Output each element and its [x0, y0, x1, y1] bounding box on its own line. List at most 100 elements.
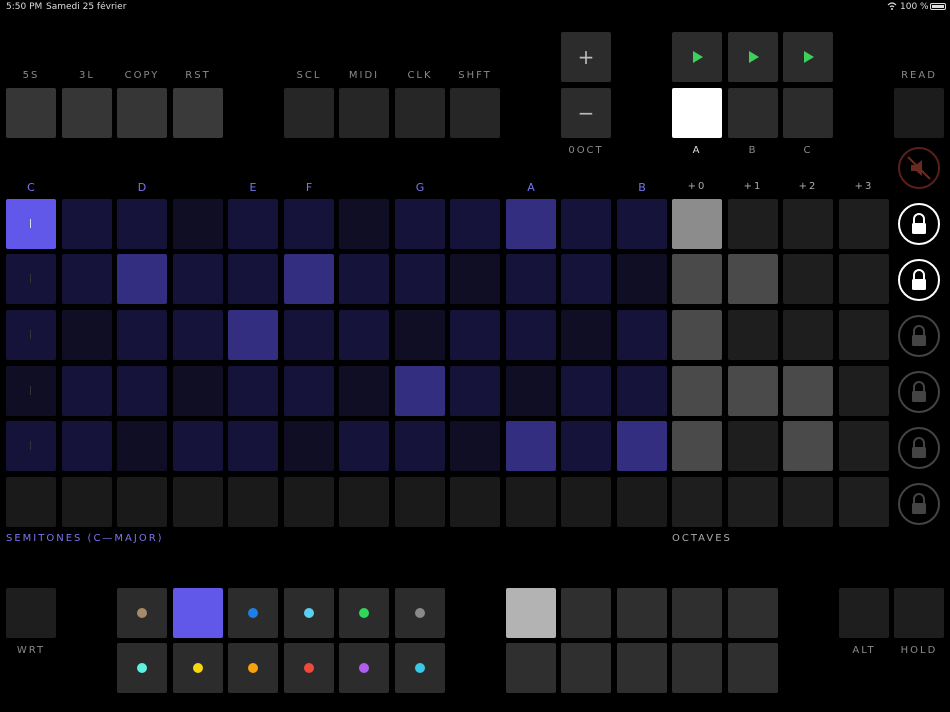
- semitone-cell[interactable]: [173, 477, 223, 527]
- semitone-cell[interactable]: [339, 310, 389, 360]
- semitone-cell[interactable]: [62, 421, 112, 471]
- pattern-slot-button[interactable]: [672, 588, 722, 638]
- semitone-cell[interactable]: [561, 477, 611, 527]
- semitone-cell[interactable]: [117, 421, 167, 471]
- octave-cell[interactable]: [728, 199, 778, 249]
- semitone-cell[interactable]: [228, 366, 278, 416]
- hold-button[interactable]: [894, 588, 944, 638]
- semitone-cell[interactable]: [173, 310, 223, 360]
- color-swatch-selected[interactable]: [173, 588, 223, 638]
- octave-cell[interactable]: [839, 199, 889, 249]
- read-button[interactable]: [894, 88, 944, 138]
- write-button[interactable]: [6, 588, 56, 638]
- semitone-cell[interactable]: [228, 477, 278, 527]
- color-swatch[interactable]: [284, 643, 334, 693]
- semitone-cell[interactable]: [617, 366, 667, 416]
- pattern-slot-button[interactable]: [561, 588, 611, 638]
- octave-cell[interactable]: [783, 254, 833, 304]
- semitone-cell[interactable]: [506, 199, 556, 249]
- octave-cell[interactable]: [783, 199, 833, 249]
- top-button-scl[interactable]: [284, 88, 334, 138]
- semitone-cell[interactable]: [506, 477, 556, 527]
- lock-row-button[interactable]: [898, 315, 940, 357]
- top-button-5s[interactable]: [6, 88, 56, 138]
- pattern-slot-button[interactable]: [506, 588, 556, 638]
- mute-button[interactable]: [898, 147, 940, 189]
- semitone-cell[interactable]: [506, 310, 556, 360]
- top-button-shft[interactable]: [450, 88, 500, 138]
- semitone-cell[interactable]: [228, 421, 278, 471]
- octave-cell[interactable]: [672, 199, 722, 249]
- octave-cell[interactable]: [839, 421, 889, 471]
- color-swatch[interactable]: [228, 643, 278, 693]
- play-track-a-button[interactable]: [672, 32, 722, 82]
- semitone-cell[interactable]: [617, 477, 667, 527]
- color-swatch[interactable]: [228, 588, 278, 638]
- semitone-cell[interactable]: [173, 254, 223, 304]
- top-button-clk[interactable]: [395, 88, 445, 138]
- track-c-button[interactable]: [783, 88, 833, 138]
- semitone-cell[interactable]: [173, 366, 223, 416]
- octave-cell[interactable]: [672, 254, 722, 304]
- semitone-cell[interactable]: [506, 421, 556, 471]
- octave-cell[interactable]: [839, 477, 889, 527]
- semitone-cell[interactable]: [6, 421, 56, 471]
- semitone-cell[interactable]: [450, 366, 500, 416]
- octave-cell[interactable]: [672, 421, 722, 471]
- play-track-c-button[interactable]: [783, 32, 833, 82]
- semitone-cell[interactable]: [450, 477, 500, 527]
- color-swatch[interactable]: [117, 588, 167, 638]
- color-swatch[interactable]: [339, 643, 389, 693]
- semitone-cell[interactable]: [284, 421, 334, 471]
- semitone-cell[interactable]: [561, 199, 611, 249]
- color-swatch[interactable]: [395, 588, 445, 638]
- pattern-slot-button[interactable]: [617, 643, 667, 693]
- semitone-cell[interactable]: [395, 421, 445, 471]
- lock-row-button[interactable]: [898, 371, 940, 413]
- semitone-cell[interactable]: [561, 366, 611, 416]
- semitone-cell[interactable]: [117, 310, 167, 360]
- octave-cell[interactable]: [783, 421, 833, 471]
- semitone-cell[interactable]: [617, 199, 667, 249]
- octave-cell[interactable]: [839, 254, 889, 304]
- semitone-cell[interactable]: [450, 254, 500, 304]
- octave-cell[interactable]: [783, 366, 833, 416]
- semitone-cell[interactable]: [339, 254, 389, 304]
- semitone-cell[interactable]: [62, 199, 112, 249]
- octave-cell[interactable]: [728, 421, 778, 471]
- semitone-cell[interactable]: [173, 199, 223, 249]
- semitone-cell[interactable]: [339, 199, 389, 249]
- semitone-cell[interactable]: [395, 310, 445, 360]
- octave-cell[interactable]: [839, 366, 889, 416]
- semitone-cell[interactable]: [395, 366, 445, 416]
- semitone-cell[interactable]: [284, 477, 334, 527]
- pattern-slot-button[interactable]: [617, 588, 667, 638]
- color-swatch[interactable]: [117, 643, 167, 693]
- semitone-cell[interactable]: [62, 477, 112, 527]
- semitone-cell[interactable]: [117, 254, 167, 304]
- track-b-button[interactable]: [728, 88, 778, 138]
- octave-down-button[interactable]: −: [561, 88, 611, 138]
- lock-row-button[interactable]: [898, 483, 940, 525]
- octave-cell[interactable]: [672, 310, 722, 360]
- semitone-cell[interactable]: [284, 366, 334, 416]
- semitone-cell[interactable]: [62, 254, 112, 304]
- semitone-cell[interactable]: [6, 477, 56, 527]
- track-a-button[interactable]: [672, 88, 722, 138]
- top-button-copy[interactable]: [117, 88, 167, 138]
- semitone-cell[interactable]: [339, 366, 389, 416]
- semitone-cell[interactable]: [561, 310, 611, 360]
- semitone-cell[interactable]: [450, 421, 500, 471]
- octave-cell[interactable]: [672, 366, 722, 416]
- semitone-cell[interactable]: [506, 366, 556, 416]
- semitone-cell[interactable]: [617, 254, 667, 304]
- semitone-cell[interactable]: [228, 310, 278, 360]
- semitone-cell[interactable]: [62, 310, 112, 360]
- octave-cell[interactable]: [728, 366, 778, 416]
- octave-cell[interactable]: [728, 310, 778, 360]
- pattern-slot-button[interactable]: [672, 643, 722, 693]
- color-swatch[interactable]: [395, 643, 445, 693]
- pattern-slot-button[interactable]: [728, 588, 778, 638]
- semitone-cell[interactable]: [561, 421, 611, 471]
- semitone-cell[interactable]: [284, 254, 334, 304]
